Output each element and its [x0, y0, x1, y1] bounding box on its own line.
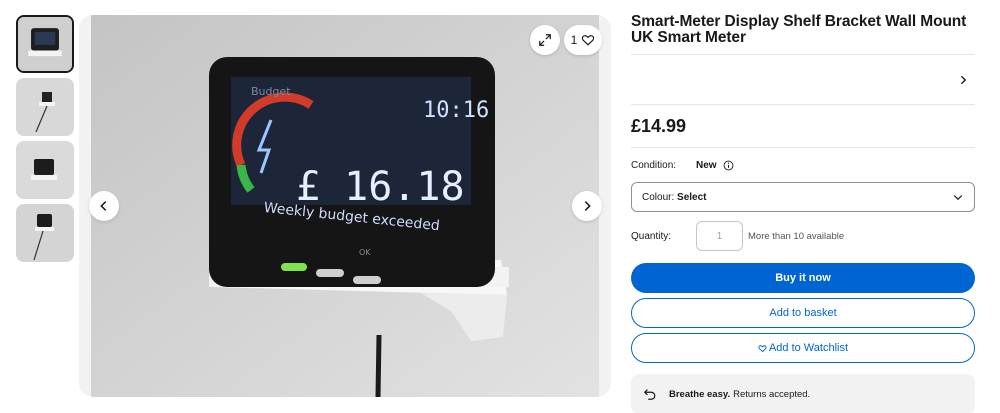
- previous-image-button[interactable]: [89, 191, 119, 221]
- return-arrow-icon: [643, 389, 656, 400]
- screen-amount: £ 16.18: [296, 164, 465, 210]
- listing-panel: Smart-Meter Display Shelf Bracket Wall M…: [631, 14, 975, 413]
- buy-it-now-button[interactable]: Buy it now: [631, 263, 975, 293]
- chevron-right-icon: [584, 201, 591, 211]
- screen-footer-label: OK: [359, 248, 371, 257]
- colour-select-text: Colour: Select: [642, 192, 707, 203]
- thumbnail-2[interactable]: [16, 78, 74, 136]
- thumbnail-image: [18, 17, 72, 71]
- thumbnail-strip: [16, 15, 74, 267]
- condition-value: New: [696, 159, 717, 171]
- colour-label: Colour:: [642, 191, 675, 203]
- quantity-label: Quantity:: [631, 230, 672, 242]
- condition-label: Condition:: [631, 159, 677, 171]
- watch-count: 1: [570, 33, 578, 47]
- returns-banner: Breathe easy. Returns accepted.: [631, 374, 975, 413]
- chevron-down-icon: [953, 195, 963, 201]
- add-to-watchlist-label: Add to Watchlist: [768, 342, 849, 354]
- chevron-left-icon: [100, 201, 107, 211]
- colour-value: Select: [677, 191, 707, 203]
- quantity-input[interactable]: 1: [696, 221, 743, 251]
- image-gallery: Budget 10:16 £ 16.18 Weekly budget excee…: [79, 15, 611, 397]
- expand-button[interactable]: [530, 25, 560, 55]
- thumbnail-image: [16, 204, 74, 262]
- thumbnail-3[interactable]: [16, 141, 74, 199]
- chevron-right-icon: [961, 75, 967, 84]
- thumbnail-1[interactable]: [16, 15, 74, 73]
- heart-icon: [582, 35, 595, 46]
- screen-clock: 10:16: [423, 98, 489, 123]
- next-image-button[interactable]: [572, 191, 602, 221]
- availability-text: More than 10 available: [748, 230, 845, 242]
- thumbnail-image: [16, 141, 74, 199]
- condition-row: Condition: New: [631, 148, 975, 182]
- returns-bold: Breathe easy.: [669, 388, 731, 400]
- watch-count-button[interactable]: 1: [564, 25, 602, 55]
- price: £14.99: [631, 115, 687, 136]
- thumbnail-image: [16, 78, 74, 136]
- add-to-basket-button[interactable]: Add to basket: [631, 298, 975, 328]
- seller-info-row[interactable]: [631, 55, 975, 104]
- heart-icon: [758, 344, 767, 352]
- listing-title: Smart-Meter Display Shelf Bracket Wall M…: [631, 13, 967, 46]
- returns-text: Returns accepted.: [733, 388, 811, 400]
- thumbnail-4[interactable]: [16, 204, 74, 262]
- add-to-watchlist-button[interactable]: Add to Watchlist: [631, 333, 975, 363]
- colour-select[interactable]: Colour: Select: [631, 182, 975, 212]
- expand-icon: [539, 34, 551, 46]
- product-photo-image: Budget 10:16 £ 16.18 Weekly budget excee…: [91, 15, 599, 397]
- info-icon[interactable]: [723, 160, 734, 171]
- quantity-row: Quantity: 1 More than 10 available: [631, 221, 975, 251]
- product-photo[interactable]: Budget 10:16 £ 16.18 Weekly budget excee…: [91, 15, 599, 397]
- screen-label: Budget: [251, 85, 291, 98]
